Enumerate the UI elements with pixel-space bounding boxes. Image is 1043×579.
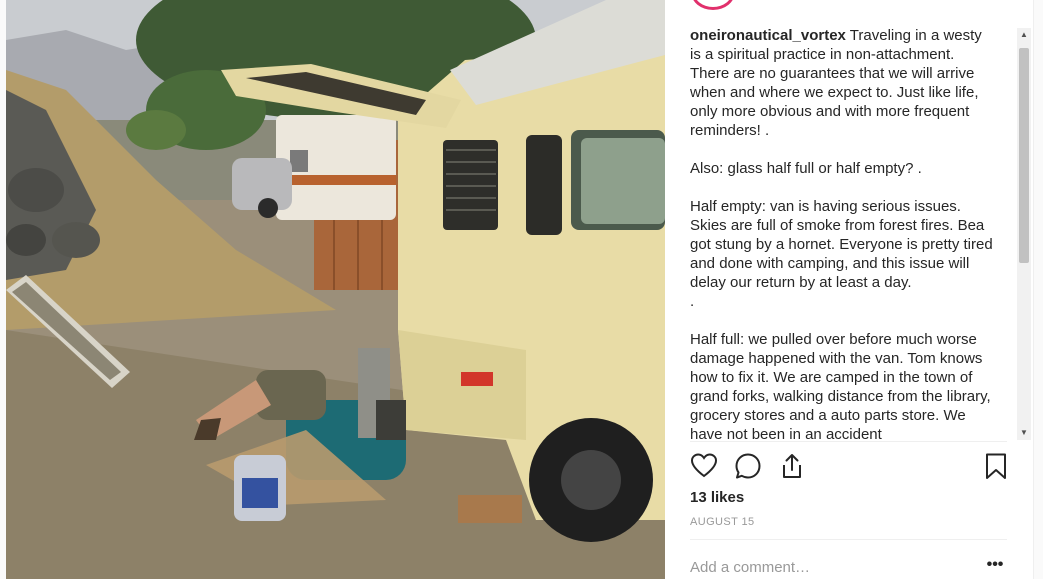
avatar[interactable] — [691, 0, 735, 10]
photo-van-repair — [6, 0, 665, 579]
more-options-button[interactable]: ••• — [983, 556, 1007, 578]
post-photo[interactable] — [6, 0, 665, 579]
divider — [690, 441, 1007, 442]
post-actions — [690, 452, 1010, 482]
share-icon[interactable] — [778, 452, 806, 480]
caption-paragraph: Half empty: van is having serious issues… — [690, 198, 993, 291]
window-right-edge — [1033, 0, 1043, 579]
arrow-up-icon[interactable]: ▲ — [1017, 28, 1031, 42]
caption-spacer — [690, 311, 995, 330]
comment-input[interactable] — [690, 556, 970, 578]
caption-username[interactable]: oneironautical_vortex — [690, 27, 846, 44]
caption-spacer — [690, 140, 995, 159]
caption-paragraph: oneironautical_vortex Traveling in a wes… — [690, 27, 982, 139]
caption-scrollbar[interactable]: ▲ ▼ — [1017, 28, 1031, 440]
likes-count[interactable]: 13 likes — [690, 489, 744, 506]
comment-bubble-icon[interactable] — [734, 452, 762, 480]
heart-icon[interactable] — [690, 452, 718, 480]
caption-spacer — [690, 178, 995, 197]
scrollbar-thumb[interactable] — [1019, 48, 1029, 263]
divider — [690, 539, 1007, 540]
post-caption: oneironautical_vortex Traveling in a wes… — [690, 26, 995, 440]
bookmark-icon[interactable] — [982, 452, 1010, 480]
caption-paragraph: Half full: we pulled over before much wo… — [690, 331, 991, 440]
caption-paragraph: Also: glass half full or half empty? . — [690, 160, 922, 177]
arrow-down-icon[interactable]: ▼ — [1017, 426, 1031, 440]
caption-paragraph: . — [690, 293, 695, 310]
post-date[interactable]: AUGUST 15 — [690, 516, 755, 528]
post-detail-panel: oneironautical_vortex Traveling in a wes… — [665, 0, 1033, 579]
